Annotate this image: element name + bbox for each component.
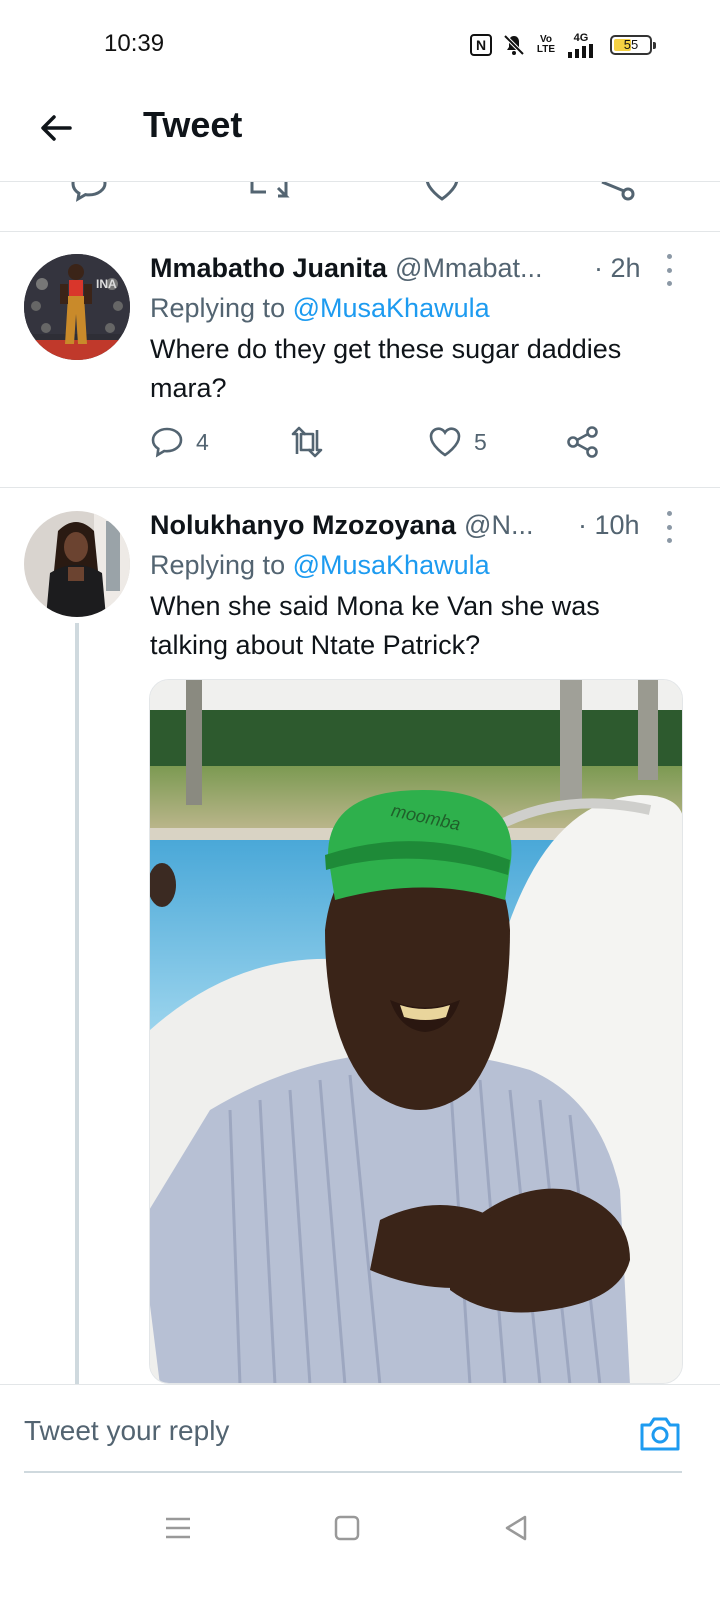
- back-nav-button[interactable]: [496, 1508, 536, 1548]
- square-icon: [334, 1515, 360, 1541]
- mute-icon: [502, 32, 526, 58]
- display-name[interactable]: Nolukhanyo Mzozoyana: [150, 510, 456, 541]
- menu-icon: [166, 1517, 190, 1539]
- volte-icon: Vo LTE: [536, 34, 556, 55]
- avatar[interactable]: INA: [24, 254, 130, 360]
- tweet-header: Nolukhanyo Mzozoyana @N... · 10h: [150, 505, 690, 545]
- network-type: 4G: [573, 31, 589, 44]
- reply-icon: [151, 427, 183, 458]
- signal-icon: 4G: [566, 32, 596, 58]
- page-title: Tweet: [143, 104, 243, 145]
- battery-level: 55: [623, 37, 639, 52]
- tweet-photo[interactable]: moomba: [149, 679, 683, 1384]
- retweet-icon: [291, 426, 323, 458]
- input-underline: [24, 1471, 682, 1473]
- reply-composer: Tweet your reply: [0, 1384, 720, 1474]
- previous-tweet-actions: [0, 182, 720, 232]
- mention-link[interactable]: @MusaKhawula: [293, 550, 490, 580]
- status-icons: N Vo LTE 4G 55: [470, 30, 656, 60]
- more-options-button[interactable]: [662, 254, 676, 286]
- svg-text:INA: INA: [96, 277, 117, 291]
- replying-to: Replying to @MusaKhawula: [150, 293, 490, 323]
- replying-to: Replying to @MusaKhawula: [150, 550, 490, 580]
- triangle-back-icon: [505, 1515, 527, 1541]
- avatar[interactable]: [24, 511, 130, 617]
- nfc-icon: N: [470, 34, 492, 56]
- tweet-actions: 4 5: [150, 422, 610, 462]
- reply-count: 4: [196, 428, 209, 455]
- heart-icon: [429, 427, 461, 457]
- home-button[interactable]: [327, 1508, 367, 1548]
- user-handle[interactable]: @N...: [464, 510, 533, 541]
- like-icon[interactable]: [424, 182, 460, 207]
- status-bar: 10:39 N Vo LTE 4G 55: [0, 0, 720, 90]
- camera-button[interactable]: [638, 1413, 682, 1453]
- tweet-text: When she said Mona ke Van she was talkin…: [150, 591, 600, 660]
- like-button[interactable]: 5: [428, 422, 487, 462]
- reply-icon[interactable]: [70, 182, 108, 207]
- tweet-time: · 2h: [594, 252, 641, 283]
- arrow-left-icon: [41, 115, 72, 141]
- battery-icon: 55: [610, 35, 656, 55]
- tweet-header: Mmabatho Juanita @Mmabat... · 2h: [150, 248, 690, 288]
- reply-tweet[interactable]: INA Mmabatho Juanita @Mmabat... · 2h Rep…: [0, 232, 720, 488]
- retweet-icon[interactable]: [248, 182, 290, 207]
- mention-link[interactable]: @MusaKhawula: [293, 293, 490, 323]
- tweet-time: · 10h: [578, 509, 640, 540]
- tweet-content: Mmabatho Juanita @Mmabat... · 2h Replyin…: [150, 248, 690, 408]
- tweet-text: Where do they get these sugar daddies ma…: [150, 334, 622, 403]
- display-name[interactable]: Mmabatho Juanita: [150, 253, 387, 284]
- top-app-bar: Tweet: [0, 90, 720, 182]
- share-icon[interactable]: [598, 182, 638, 207]
- tweet-content: Nolukhanyo Mzozoyana @N... · 10h Replyin…: [150, 505, 690, 665]
- reply-input[interactable]: Tweet your reply: [24, 1415, 229, 1447]
- system-navigation-bar: [0, 1474, 720, 1600]
- camera-icon: [640, 1417, 680, 1451]
- reply-tweet[interactable]: Nolukhanyo Mzozoyana @N... · 10h Replyin…: [0, 489, 720, 1394]
- thread-line: [75, 623, 79, 1393]
- status-time: 10:39: [104, 30, 165, 57]
- menu-button[interactable]: [158, 1508, 198, 1548]
- share-button[interactable]: [566, 422, 600, 462]
- like-count: 5: [474, 428, 487, 455]
- more-options-button[interactable]: [662, 511, 676, 543]
- user-handle[interactable]: @Mmabat...: [395, 253, 542, 284]
- reply-button[interactable]: 4: [150, 422, 209, 462]
- share-icon: [567, 426, 598, 458]
- back-button[interactable]: [36, 108, 76, 148]
- retweet-button[interactable]: [288, 422, 326, 462]
